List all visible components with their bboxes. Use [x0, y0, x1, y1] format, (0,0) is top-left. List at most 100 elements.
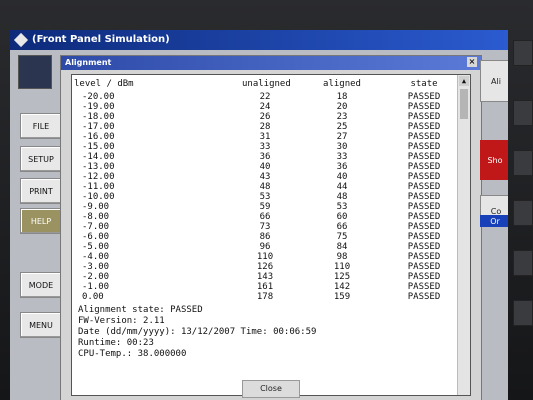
cell-level: -13.00	[82, 162, 115, 172]
alignment-results-list[interactable]: level / dBm unaligned aligned state -20.…	[71, 74, 471, 396]
table-row: -2.00 143 125 PASSED	[72, 272, 452, 282]
setup-button[interactable]: SETUP	[20, 146, 62, 172]
cell-unaligned: 126	[256, 262, 274, 272]
cell-unaligned: 110	[256, 252, 274, 262]
cell-level: -5.00	[82, 242, 110, 252]
file-button[interactable]: FILE	[20, 113, 62, 139]
mode-button[interactable]: MODE	[20, 272, 62, 298]
cell-unaligned: 22	[259, 92, 271, 102]
hardkey-2[interactable]	[513, 100, 533, 126]
scroll-thumb[interactable]	[460, 89, 468, 119]
alignment-state-text: Alignment state: PASSED	[78, 305, 203, 315]
cell-level: -2.00	[82, 272, 110, 282]
show-softkey[interactable]: Sho	[480, 140, 508, 180]
alignment-dialog: Alignment × level / dBm unaligned aligne…	[60, 55, 482, 400]
hardkey-4[interactable]	[513, 200, 533, 226]
cell-level: -17.00	[82, 122, 115, 132]
cell-unaligned: 28	[259, 122, 271, 132]
cell-aligned: 159	[333, 292, 351, 302]
cell-aligned: 40	[336, 172, 348, 182]
table-row: -16.00 31 27 PASSED	[72, 132, 452, 142]
cell-state: PASSED	[407, 212, 441, 222]
cell-unaligned: 26	[259, 112, 271, 122]
cell-state: PASSED	[407, 132, 441, 142]
cell-unaligned: 143	[256, 272, 274, 282]
table-row: -15.00 33 30 PASSED	[72, 142, 452, 152]
scroll-up-icon[interactable]: ▲	[459, 76, 469, 86]
hardkey-1[interactable]	[513, 40, 533, 66]
cell-aligned: 60	[336, 212, 348, 222]
cell-aligned: 36	[336, 162, 348, 172]
cell-level: -18.00	[82, 112, 115, 122]
show-softkey-label: Sho	[487, 155, 503, 165]
cell-unaligned: 24	[259, 102, 271, 112]
dialog-titlebar: Alignment ×	[61, 56, 481, 70]
date-time-text: Date (dd/mm/yyyy): 13/12/2007 Time: 00:0…	[78, 327, 317, 337]
cell-level: 0.00	[82, 292, 104, 302]
table-row: -6.00 86 75 PASSED	[72, 232, 452, 242]
cell-aligned: 84	[336, 242, 348, 252]
hardkey-3[interactable]	[513, 150, 533, 176]
cell-state: PASSED	[407, 152, 441, 162]
cell-aligned: 27	[336, 132, 348, 142]
cell-state: PASSED	[407, 192, 441, 202]
cell-unaligned: 43	[259, 172, 271, 182]
close-icon[interactable]: ×	[467, 57, 477, 67]
cell-unaligned: 96	[259, 242, 271, 252]
cell-level: -20.00	[82, 92, 115, 102]
align-softkey[interactable]: Ali	[480, 60, 508, 102]
table-row: -5.00 96 84 PASSED	[72, 242, 452, 252]
cell-unaligned: 33	[259, 142, 271, 152]
cell-aligned: 30	[336, 142, 348, 152]
vertical-scrollbar[interactable]: ▲	[457, 75, 470, 395]
hardkey-6[interactable]	[513, 300, 533, 326]
cell-aligned: 33	[336, 152, 348, 162]
cell-aligned: 53	[336, 202, 348, 212]
cell-level: -12.00	[82, 172, 115, 182]
cell-state: PASSED	[407, 162, 441, 172]
header-level: level / dBm	[74, 79, 134, 89]
cell-unaligned: 40	[259, 162, 271, 172]
table-row: -18.00 26 23 PASSED	[72, 112, 452, 122]
table-row: -4.00 110 98 PASSED	[72, 252, 452, 262]
cell-aligned: 18	[336, 92, 348, 102]
cpu-temp-text: CPU-Temp.: 38.000000	[78, 349, 187, 359]
cell-aligned: 110	[333, 262, 351, 272]
cell-state: PASSED	[407, 232, 441, 242]
table-row: -1.00 161 142 PASSED	[72, 282, 452, 292]
table-row: 0.00 178 159 PASSED	[72, 292, 452, 302]
header-aligned: aligned	[323, 79, 361, 89]
cell-unaligned: 178	[256, 292, 274, 302]
cell-state: PASSED	[407, 102, 441, 112]
header-state: state	[410, 79, 438, 89]
cell-state: PASSED	[407, 262, 441, 272]
menu-button[interactable]: MENU	[20, 312, 62, 338]
cell-state: PASSED	[407, 272, 441, 282]
cell-level: -11.00	[82, 182, 115, 192]
app-icon	[13, 32, 29, 48]
cell-level: -19.00	[82, 102, 115, 112]
cell-level: -3.00	[82, 262, 110, 272]
cell-aligned: 25	[336, 122, 348, 132]
con-softkey-sub: Or	[480, 215, 508, 227]
cell-state: PASSED	[407, 122, 441, 132]
cell-state: PASSED	[407, 292, 441, 302]
window-titlebar: (Front Panel Simulation)	[10, 30, 508, 50]
close-button[interactable]: Close	[242, 380, 300, 398]
cell-level: -1.00	[82, 282, 110, 292]
table-row: -14.00 36 33 PASSED	[72, 152, 452, 162]
cell-unaligned: 86	[259, 232, 271, 242]
print-button[interactable]: PRINT	[20, 178, 62, 204]
table-header: level / dBm unaligned aligned state	[72, 79, 452, 91]
cell-aligned: 98	[336, 252, 348, 262]
cell-state: PASSED	[407, 282, 441, 292]
cell-level: -7.00	[82, 222, 110, 232]
cell-aligned: 125	[333, 272, 351, 282]
cell-aligned: 48	[336, 192, 348, 202]
cell-state: PASSED	[407, 222, 441, 232]
cell-level: -16.00	[82, 132, 115, 142]
cell-unaligned: 48	[259, 182, 271, 192]
hardkey-5[interactable]	[513, 250, 533, 276]
help-button[interactable]: HELP	[20, 208, 62, 234]
cell-state: PASSED	[407, 92, 441, 102]
